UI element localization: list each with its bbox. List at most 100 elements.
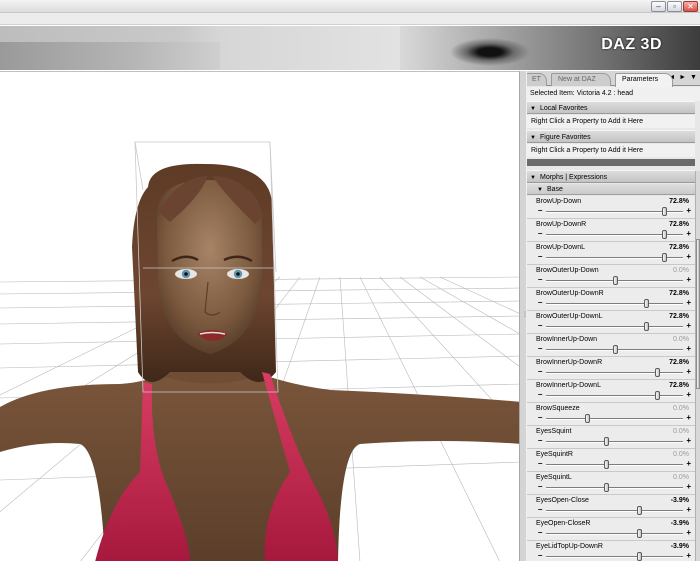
increase-icon[interactable]: + [686,230,691,238]
parameter-row[interactable]: BrowInnerUp-DownL 72.8% – + [527,380,695,403]
parameter-slider-knob[interactable] [612,276,618,285]
parameter-value[interactable]: 0.0% [673,451,689,458]
parameter-slider-track[interactable] [546,418,683,420]
parameter-value[interactable]: 72.8% [669,198,689,205]
decrease-icon[interactable]: – [538,391,542,399]
parameter-value[interactable]: 72.8% [669,382,689,389]
parameter-slider-track[interactable] [546,556,683,558]
parameter-value[interactable]: 72.8% [669,290,689,297]
increase-icon[interactable]: + [686,207,691,215]
parameter-value[interactable]: 72.8% [669,244,689,251]
parameter-slider-track[interactable] [546,510,683,512]
parameter-slider-knob[interactable] [644,322,649,331]
parameter-slider-knob[interactable] [661,207,667,216]
parameter-slider-knob[interactable] [661,230,667,239]
parameter-value[interactable]: 0.0% [673,405,689,412]
decrease-icon[interactable]: – [538,276,542,284]
panel-splitter[interactable]: ⋮ [519,71,528,561]
parameter-row[interactable]: EyeSquintR 0.0% – + [527,449,695,472]
parameter-row[interactable]: EyesSquint 0.0% – + [527,426,695,449]
parameter-value[interactable]: 0.0% [673,474,689,481]
decrease-icon[interactable]: – [538,437,542,445]
parameter-row[interactable]: EyesOpen-Close -3.9% – + [527,495,695,518]
parameter-row[interactable]: BrowSqueeze 0.0% – + [527,403,695,426]
parameter-slider-knob[interactable] [637,529,643,538]
decrease-icon[interactable]: – [538,345,542,353]
increase-icon[interactable]: + [686,253,691,261]
parameter-slider-knob[interactable] [604,483,610,492]
parameter-slider-knob[interactable] [612,345,618,354]
parameter-row[interactable]: BrowUp-DownR 72.8% – + [527,219,695,242]
increase-icon[interactable]: + [686,414,691,422]
parameter-slider-track[interactable] [546,326,683,328]
parameter-slider-knob[interactable] [604,460,610,469]
decrease-icon[interactable]: – [538,506,542,514]
parameter-slider-knob[interactable] [585,414,591,423]
tab-new-at-daz[interactable]: New at DAZ [551,73,611,86]
parameter-slider-knob[interactable] [604,437,610,446]
parameter-slider-track[interactable] [546,395,683,397]
increase-icon[interactable]: + [686,437,691,445]
parameter-slider-track[interactable] [546,533,683,535]
decrease-icon[interactable]: – [538,552,542,560]
parameter-value[interactable]: -3.9% [671,543,689,550]
decrease-icon[interactable]: – [538,483,542,491]
parameter-value[interactable]: -3.9% [671,497,689,504]
tab-et[interactable]: ET [527,73,547,86]
increase-icon[interactable]: + [686,276,691,284]
decrease-icon[interactable]: – [538,368,542,376]
increase-icon[interactable]: + [686,368,691,376]
increase-icon[interactable]: + [686,299,691,307]
parameter-slider-knob[interactable] [644,299,649,308]
increase-icon[interactable]: + [686,322,691,330]
decrease-icon[interactable]: – [538,230,542,238]
morphs-header[interactable]: ▼ Morphs | Expressions [527,170,695,183]
parameter-slider-track[interactable] [546,487,683,489]
restore-button[interactable]: ▫ [667,1,682,12]
parameter-slider-knob[interactable] [637,506,643,515]
close-button[interactable]: ✕ [683,1,698,12]
decrease-icon[interactable]: – [538,529,542,537]
decrease-icon[interactable]: – [538,207,542,215]
increase-icon[interactable]: + [686,529,691,537]
parameter-row[interactable]: BrowInnerUp-Down 0.0% – + [527,334,695,357]
parameter-slider-knob[interactable] [637,552,643,561]
collapse-arrow-icon[interactable]: ▼ [537,185,547,196]
parameter-value[interactable]: 72.8% [669,313,689,320]
increase-icon[interactable]: + [686,391,691,399]
parameter-slider-track[interactable] [546,441,683,443]
parameter-value[interactable]: 0.0% [673,428,689,435]
minimize-button[interactable]: – [651,1,666,12]
3d-viewport[interactable] [0,71,522,561]
increase-icon[interactable]: + [686,460,691,468]
parameter-row[interactable]: BrowInnerUp-DownR 72.8% – + [527,357,695,380]
parameter-slider-track[interactable] [546,464,683,466]
decrease-icon[interactable]: – [538,414,542,422]
parameter-value[interactable]: 0.0% [673,336,689,343]
viewport-scene[interactable] [0,72,522,561]
parameter-slider-knob[interactable] [654,391,660,400]
parameter-row[interactable]: BrowOuterUp-DownL 72.8% – + [527,311,695,334]
parameter-row[interactable]: BrowUp-DownL 72.8% – + [527,242,695,265]
parameter-value[interactable]: 72.8% [669,221,689,228]
increase-icon[interactable]: + [686,506,691,514]
increase-icon[interactable]: + [686,345,691,353]
decrease-icon[interactable]: – [538,299,542,307]
scrollbar-thumb[interactable] [696,239,700,389]
parameter-row[interactable]: EyeLidTopUp-DownR -3.9% – + [527,541,695,561]
base-header[interactable]: ▼ Base [527,184,695,195]
parameter-scrollbar[interactable] [695,171,700,561]
decrease-icon[interactable]: – [538,322,542,330]
local-favorites-header[interactable]: ▼ Local Favorites [527,101,695,114]
increase-icon[interactable]: + [686,552,691,560]
decrease-icon[interactable]: – [538,460,542,468]
parameter-row[interactable]: BrowOuterUp-Down 0.0% – + [527,265,695,288]
figure-favorites-header[interactable]: ▼ Figure Favorites [527,130,695,143]
parameter-value[interactable]: -3.9% [671,520,689,527]
parameter-value[interactable]: 72.8% [669,359,689,366]
parameter-row[interactable]: BrowUp-Down 72.8% – + [527,196,695,219]
tab-parameters[interactable]: Parameters [615,73,673,87]
panel-divider[interactable] [527,159,695,166]
parameter-slider-knob[interactable] [654,368,660,377]
parameter-row[interactable]: EyeSquintL 0.0% – + [527,472,695,495]
